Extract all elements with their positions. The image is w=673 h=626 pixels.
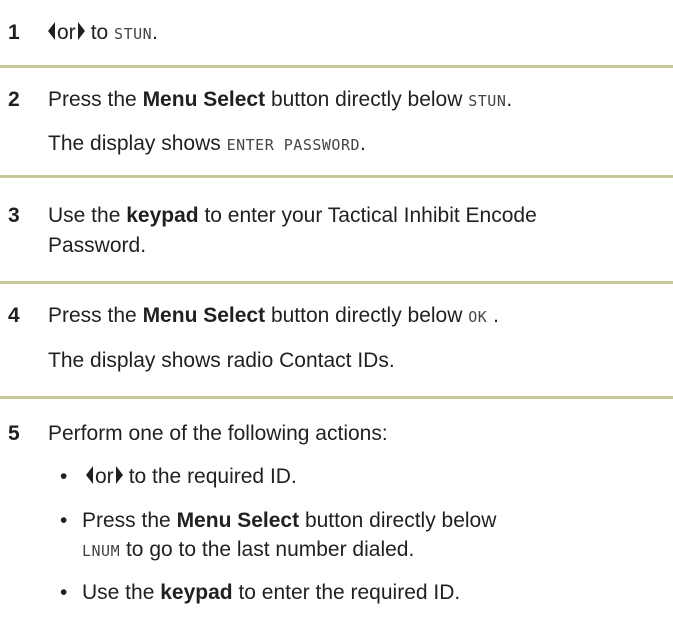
text-post: to the required ID. [128, 465, 297, 488]
step-number: 5 [8, 422, 20, 445]
step-number: 2 [8, 88, 20, 111]
or-text: or [57, 21, 76, 44]
step-text: or to STUN. [48, 20, 158, 47]
text-post: to go to the last number dialed. [125, 538, 415, 561]
step-text-line2: Password. [48, 234, 147, 257]
step-text: Perform one of the following actions: [48, 422, 388, 445]
divider [0, 396, 673, 399]
bullet: • [60, 509, 68, 532]
display-text: ENTER PASSWORD [226, 136, 361, 154]
text-post: button directly below [270, 88, 463, 111]
period: . [152, 21, 159, 44]
left-arrow-icon [86, 466, 93, 485]
text-post: to enter the required ID. [238, 581, 461, 604]
step-number: 1 [8, 21, 20, 44]
right-arrow-icon [77, 22, 85, 41]
keypad-label: keypad [160, 581, 233, 604]
step-number: 4 [8, 304, 20, 327]
bullet-text-line2: LNUM to go to the last number dialed. [82, 537, 414, 564]
text-pre: Press the [82, 509, 171, 532]
step-result: The display shows radio Contact IDs. [48, 349, 395, 372]
step-number: 3 [8, 204, 20, 227]
text-post: to enter your Tactical Inhibit Encode [204, 204, 537, 227]
bullet-text: Press the Menu Select button directly be… [82, 508, 496, 534]
divider [0, 65, 673, 68]
period: . [360, 132, 366, 155]
bullet-text: Use the keypad to enter the required ID. [82, 580, 460, 606]
text-pre: Press the [48, 304, 137, 327]
keypad-label: keypad [126, 204, 199, 227]
to-text: to [90, 21, 109, 44]
step-result: The display shows ENTER PASSWORD. [48, 131, 366, 158]
period: . [506, 88, 513, 111]
divider [0, 281, 673, 284]
text-pre: Use the [82, 581, 155, 604]
step-text: Press the Menu Select button directly be… [48, 87, 512, 114]
text-post: button directly below [304, 509, 497, 532]
menu-select-label: Menu Select [142, 88, 266, 111]
or-text: or [95, 465, 114, 488]
step-text: Use the keypad to enter your Tactical In… [48, 203, 537, 229]
display-text: LNUM [82, 542, 121, 560]
text-pre: Use the [48, 204, 121, 227]
menu-select-label: Menu Select [142, 304, 266, 327]
text-post: button directly below [270, 304, 463, 327]
right-arrow-icon [115, 466, 123, 485]
bullet-text: or to the required ID. [86, 464, 297, 490]
bullet: • [60, 465, 68, 488]
divider [0, 175, 673, 178]
text-pre: Press the [48, 88, 137, 111]
display-text: STUN [468, 92, 507, 110]
period: . [487, 304, 499, 327]
bullet: • [60, 581, 68, 604]
display-text: OK [468, 308, 488, 326]
step-text: Press the Menu Select button directly be… [48, 303, 499, 330]
result-pre: The display shows [48, 132, 221, 155]
left-arrow-icon [48, 22, 55, 41]
display-text: STUN [114, 25, 153, 43]
menu-select-label: Menu Select [176, 509, 300, 532]
